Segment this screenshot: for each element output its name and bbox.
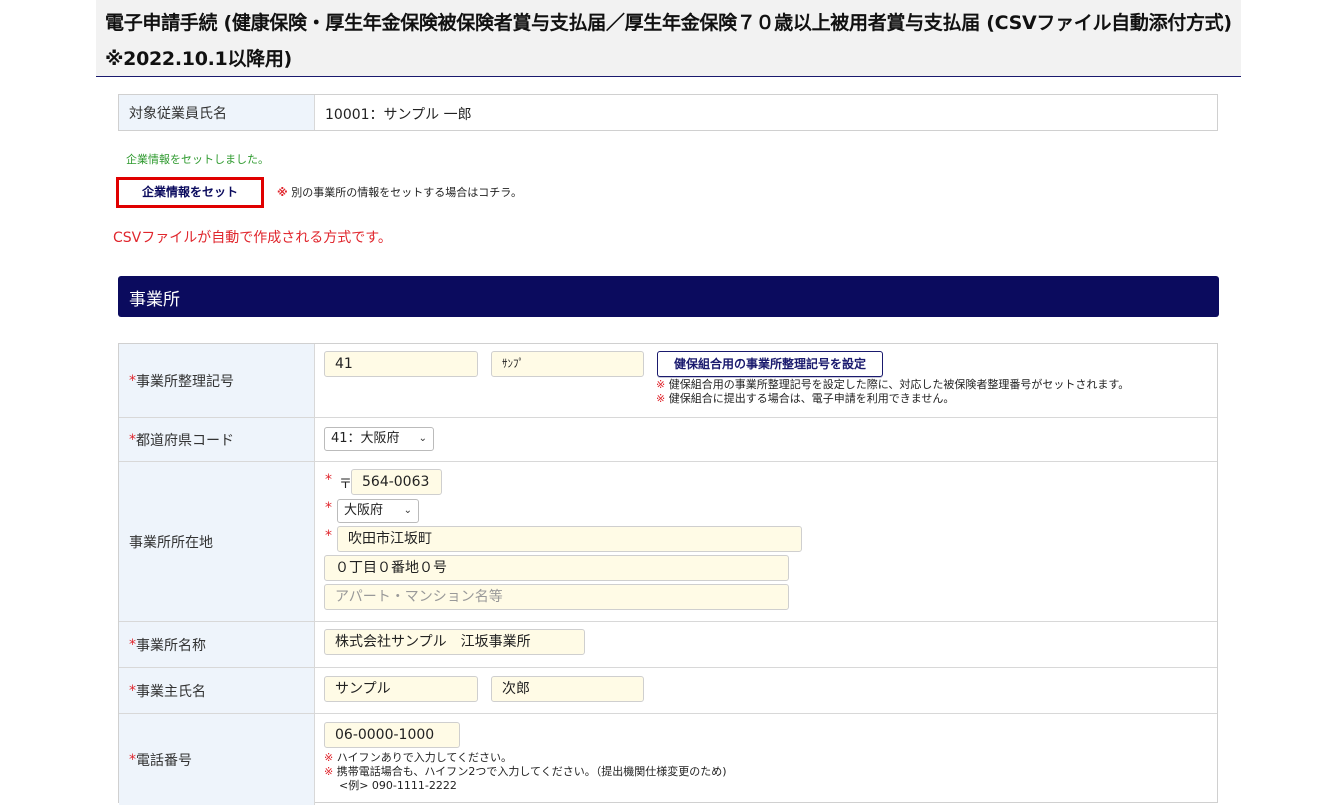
phone-label-cell: * 電話番号 [119, 714, 315, 805]
required-mark: * [129, 372, 136, 389]
prefecture-code-label-cell: * 都道府県コード [119, 418, 315, 461]
owner-last-name-input[interactable]: サンプル [324, 676, 478, 702]
employee-value-cell: 10001：サンプル 一郎 [315, 95, 1217, 130]
set-union-office-code-button[interactable]: 健保組合用の事業所整理記号を設定 [657, 351, 883, 377]
set-company-info-label: 企業情報をセット [141, 185, 238, 199]
office-name-label-cell: * 事業所名称 [119, 622, 315, 667]
status-message: 企業情報をセットしました。 [126, 153, 269, 166]
office-code-note-1-text: 健保組合用の事業所整理記号を設定した際に、対応した被保険者整理番号がセットされま… [668, 378, 1130, 391]
section-header: 事業所 [118, 276, 1219, 317]
building-input[interactable]: アパート・マンション名等 [324, 584, 789, 610]
prefecture-code-label: 都道府県コード [136, 432, 234, 449]
prefecture-code-cell: 41：大阪府 ⌄ [315, 418, 1217, 461]
row-prefecture-code: * 都道府県コード 41：大阪府 ⌄ [119, 417, 1217, 461]
row-address: 事業所所在地 * 〒 564-0063 * 大阪府 ⌄ * 吹田市江坂町 ０丁目… [119, 461, 1217, 621]
street-input[interactable]: ０丁目０番地０号 [324, 555, 789, 581]
required-mark: * [325, 472, 332, 488]
company-note-text: 別の事業所の情報をセットする場合はコチラ。 [291, 186, 522, 199]
required-mark: * [325, 528, 332, 544]
note-mark: ※ [324, 751, 334, 764]
phone-note-1: ※ ハイフンありで入力してください。 [324, 751, 512, 765]
page-title: 電子申請手続 (健康保険・厚生年金保険被保険者賞与支払届／厚生年金保険７０歳以上… [105, 12, 1251, 70]
address-cell: * 〒 564-0063 * 大阪府 ⌄ * 吹田市江坂町 ０丁目０番地０号 ア… [315, 462, 1217, 621]
chevron-down-icon: ⌄ [403, 505, 412, 516]
phone-cell: 06-0000-1000 ※ ハイフンありで入力してください。 ※ 携帯電話場合… [315, 714, 1217, 805]
note-mark: ※ [324, 765, 334, 778]
office-code-input-1[interactable]: 41 [324, 351, 478, 377]
owner-first-name-input[interactable]: 次郎 [491, 676, 644, 702]
city-input[interactable]: 吹田市江坂町 [337, 526, 802, 552]
csv-notice: CSVファイルが自動で作成される方式です。 [113, 230, 392, 246]
phone-note-1-text: ハイフンありで入力してください。 [336, 751, 513, 764]
office-name-input[interactable]: 株式会社サンプル 江坂事業所 [324, 629, 585, 655]
phone-example: <例> 090-1111-2222 [339, 779, 457, 792]
office-form: * 事業所整理記号 41 ｻﾝﾌﾟ 健保組合用の事業所整理記号を設定 ※ 健保組… [118, 343, 1218, 805]
set-company-info-button[interactable]: 企業情報をセット [116, 177, 264, 208]
address-label-cell: 事業所所在地 [119, 462, 315, 621]
note-mark: ※ [656, 392, 666, 405]
office-code-label-cell: * 事業所整理記号 [119, 344, 315, 417]
prefecture-code-select[interactable]: 41：大阪府 ⌄ [324, 427, 434, 451]
office-name-label: 事業所名称 [136, 637, 206, 654]
phone-note-2-text: 携帯電話場合も、ハイフン2つで入力してください。（提出機関仕様変更のため) [336, 765, 727, 778]
row-office-code: * 事業所整理記号 41 ｻﾝﾌﾟ 健保組合用の事業所整理記号を設定 ※ 健保組… [119, 344, 1217, 417]
chevron-down-icon: ⌄ [418, 433, 427, 444]
row-owner-name: * 事業主氏名 サンプル 次郎 [119, 667, 1217, 713]
page-header: 電子申請手続 (健康保険・厚生年金保険被保険者賞与支払届／厚生年金保険７０歳以上… [96, 0, 1251, 77]
office-code-note-2-text: 健保組合に提出する場合は、電子申請を利用できません。 [668, 392, 955, 405]
postal-code-input[interactable]: 564-0063 [351, 469, 442, 495]
required-mark: * [129, 636, 136, 653]
office-code-label: 事業所整理記号 [136, 373, 234, 390]
office-code-cell: 41 ｻﾝﾌﾟ 健保組合用の事業所整理記号を設定 ※ 健保組合用の事業所整理記号… [315, 344, 1217, 417]
note-mark: ※ [277, 186, 288, 199]
office-name-cell: 株式会社サンプル 江坂事業所 [315, 622, 1217, 667]
prefecture-code-selected: 41：大阪府 [331, 431, 400, 446]
note-mark: ※ [656, 378, 666, 391]
required-mark: * [325, 500, 332, 516]
office-code-note-2: ※ 健保組合に提出する場合は、電子申請を利用できません。 [656, 392, 954, 406]
owner-name-cell: サンプル 次郎 [315, 668, 1217, 713]
phone-note-2: ※ 携帯電話場合も、ハイフン2つで入力してください。（提出機関仕様変更のため) [324, 765, 727, 779]
owner-name-label-cell: * 事業主氏名 [119, 668, 315, 713]
row-office-name: * 事業所名称 株式会社サンプル 江坂事業所 [119, 621, 1217, 667]
required-mark: * [129, 431, 136, 448]
phone-input[interactable]: 06-0000-1000 [324, 722, 460, 748]
row-phone: * 電話番号 06-0000-1000 ※ ハイフンありで入力してください。 ※… [119, 713, 1217, 805]
employee-label: 対象従業員氏名 [119, 95, 315, 130]
section-title: 事業所 [129, 290, 180, 310]
address-prefecture-select[interactable]: 大阪府 ⌄ [337, 499, 419, 523]
phone-label: 電話番号 [136, 752, 192, 769]
office-code-input-2[interactable]: ｻﾝﾌﾟ [491, 351, 644, 377]
address-label: 事業所所在地 [129, 534, 213, 551]
owner-name-label: 事業主氏名 [136, 683, 206, 700]
employee-value: 10001：サンプル 一郎 [325, 107, 472, 123]
employee-box: 対象従業員氏名 10001：サンプル 一郎 [118, 94, 1218, 131]
company-note: ※ 別の事業所の情報をセットする場合はコチラ。 [277, 186, 522, 200]
required-mark: * [129, 682, 136, 699]
office-code-note-1: ※ 健保組合用の事業所整理記号を設定した際に、対応した被保険者整理番号がセットさ… [656, 378, 1129, 392]
required-mark: * [129, 751, 136, 768]
address-prefecture-selected: 大阪府 [344, 503, 384, 518]
